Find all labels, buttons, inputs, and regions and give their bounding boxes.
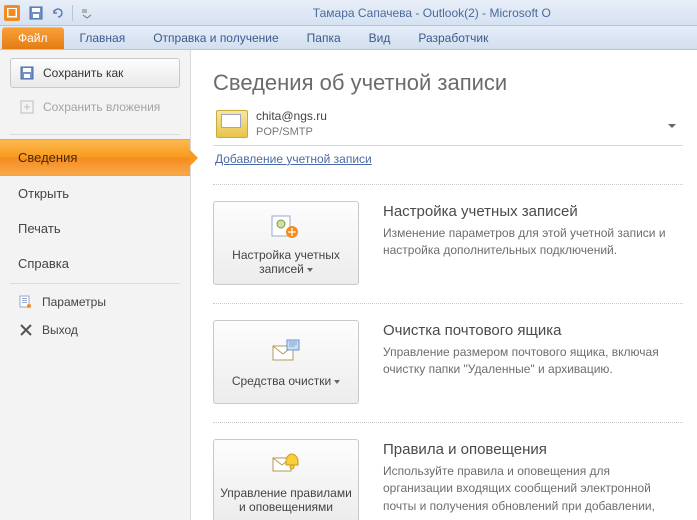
tab-send-receive[interactable]: Отправка и получение — [139, 26, 292, 49]
section-divider-3 — [213, 422, 683, 423]
save-as-button[interactable]: Сохранить как — [10, 58, 180, 88]
section-divider-2 — [213, 303, 683, 304]
sidebar-divider-2 — [10, 283, 180, 284]
rules-button-label: Управление правилами и оповещениями — [220, 486, 352, 514]
sidebar-item-print[interactable]: Печать — [0, 211, 190, 246]
qat-customize-button[interactable] — [77, 3, 97, 23]
qat-undo-button[interactable] — [48, 3, 68, 23]
add-account-link[interactable]: Добавление учетной записи — [215, 152, 372, 166]
account-text: chita@ngs.ru POP/SMTP — [256, 109, 327, 139]
tab-developer[interactable]: Разработчик — [404, 26, 502, 49]
account-folder-icon — [216, 110, 248, 138]
account-email: chita@ngs.ru — [256, 109, 327, 125]
section-divider-1 — [213, 184, 683, 185]
save-attachments-label: Сохранить вложения — [43, 100, 160, 114]
backstage-view: Сохранить как Сохранить вложения Сведени… — [0, 50, 697, 520]
undo-icon — [50, 5, 66, 21]
save-as-icon — [19, 65, 35, 81]
section-title: Очистка почтового ящика — [383, 322, 683, 339]
tab-folder[interactable]: Папка — [293, 26, 355, 49]
account-protocol: POP/SMTP — [256, 125, 327, 139]
chevron-down-icon — [668, 124, 676, 128]
sidebar-item-open[interactable]: Открыть — [0, 176, 190, 211]
account-settings-icon — [269, 212, 303, 242]
backstage-sidebar: Сохранить как Сохранить вложения Сведени… — [0, 50, 191, 520]
save-icon — [28, 5, 44, 21]
exit-icon — [18, 322, 34, 338]
qat-save-button[interactable] — [26, 3, 46, 23]
account-selector[interactable]: chita@ngs.ru POP/SMTP — [213, 106, 683, 146]
section-rules: Управление правилами и оповещениями Прав… — [213, 439, 683, 520]
qat-divider — [72, 5, 73, 21]
section-account-settings: Настройка учетных записей Настройка учет… — [213, 201, 683, 285]
cleanup-button-label: Средства очистки — [232, 374, 340, 388]
page-title: Сведения об учетной записи — [213, 70, 683, 96]
cleanup-tools-button[interactable]: Средства очистки — [213, 320, 359, 404]
exit-label: Выход — [42, 323, 78, 337]
dropdown-caret-icon — [334, 380, 340, 384]
save-attachments-button: Сохранить вложения — [10, 92, 180, 122]
section-description: Управление размером почтового ящика, вкл… — [383, 344, 683, 379]
title-bar: Тамара Сапачева - Outlook(2) - Microsoft… — [0, 0, 697, 26]
section-title: Правила и оповещения — [383, 441, 683, 458]
attachment-icon — [19, 99, 35, 115]
sidebar-item-help[interactable]: Справка — [0, 246, 190, 281]
quick-access-toolbar — [4, 3, 97, 23]
section-title: Настройка учетных записей — [383, 203, 683, 220]
options-icon — [18, 294, 34, 310]
sidebar-item-exit[interactable]: Выход — [0, 316, 190, 344]
account-settings-button[interactable]: Настройка учетных записей — [213, 201, 359, 285]
save-as-label: Сохранить как — [43, 66, 123, 80]
chevron-down-icon — [79, 5, 95, 21]
sidebar-divider-1 — [10, 134, 180, 135]
outlook-app-icon — [4, 5, 20, 21]
tab-view[interactable]: Вид — [355, 26, 405, 49]
ribbon-tabs: Файл Главная Отправка и получение Папка … — [0, 26, 697, 50]
sidebar-item-options[interactable]: Параметры — [0, 288, 190, 316]
cleanup-icon — [269, 338, 303, 368]
tab-file[interactable]: Файл — [2, 27, 64, 49]
options-label: Параметры — [42, 295, 106, 309]
section-description: Изменение параметров для этой учетной за… — [383, 225, 683, 260]
tab-home[interactable]: Главная — [66, 26, 140, 49]
sidebar-item-info[interactable]: Сведения — [0, 139, 190, 176]
window-title: Тамара Сапачева - Outlook(2) - Microsoft… — [313, 6, 551, 20]
section-description: Используйте правила и оповещения для орг… — [383, 463, 683, 520]
rules-icon — [269, 450, 303, 480]
section-cleanup: Средства очистки Очистка почтового ящика… — [213, 320, 683, 404]
dropdown-caret-icon — [307, 268, 313, 272]
account-settings-button-label: Настройка учетных записей — [220, 248, 352, 276]
rules-alerts-button[interactable]: Управление правилами и оповещениями — [213, 439, 359, 520]
backstage-content: Сведения об учетной записи chita@ngs.ru … — [191, 50, 697, 520]
